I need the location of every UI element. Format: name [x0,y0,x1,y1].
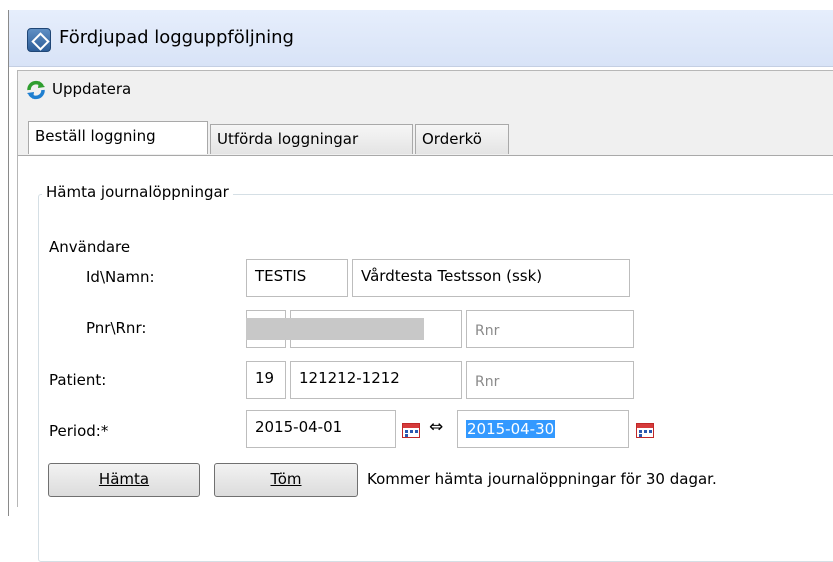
calendar-icon[interactable] [402,423,420,438]
tab-orderko[interactable]: Orderkö [415,124,509,154]
user-name-field[interactable]: Vårdtesta Testsson (ssk) [352,259,630,297]
patient-label: Patient: [49,371,107,389]
tab-content: Hämta journalöppningar Användare Id\Namn… [18,155,833,562]
period-to-value: 2015-04-30 [466,420,556,438]
refresh-label: Uppdatera [52,80,132,98]
tab-utforda-loggningar[interactable]: Utförda loggningar [210,124,413,154]
period-to-field[interactable]: 2015-04-30 [457,410,629,448]
user-rnr-field[interactable]: Rnr [466,310,634,348]
tab-bestall-loggning[interactable]: Beställ loggning [28,121,208,154]
id-name-label: Id\Namn: [86,268,155,286]
pnr-rnr-label: Pnr\Rnr: [86,319,147,337]
app-diamond-icon [27,28,51,52]
clear-button[interactable]: Töm [214,463,358,497]
period-from-field[interactable]: 2015-04-01 [246,410,396,448]
fetch-button[interactable]: Hämta [48,463,200,497]
redacted-area [246,318,424,340]
title-bar: Fördjupad logguppföljning [9,10,833,67]
double-arrow-icon: ⇔ [429,417,444,437]
patient-pnr-field[interactable]: 121212-1212 [290,361,462,399]
user-section-label: Användare [49,238,131,256]
patient-century-field[interactable]: 19 [246,361,286,399]
calendar-icon[interactable] [636,423,654,438]
period-label: Period:* [49,422,109,440]
group-title: Hämta journalöppningar [42,183,233,201]
toolbar: Uppdatera [18,71,833,105]
app-window: Fördjupad logguppföljning Uppdatera Best… [8,10,833,562]
patient-rnr-field[interactable]: Rnr [466,361,634,399]
user-id-field[interactable]: TESTIS [246,259,348,297]
main-panel: Uppdatera Beställ loggning Utförda loggn… [17,70,833,562]
status-message: Kommer hämta journalöppningar för 30 dag… [367,470,717,488]
refresh-icon [27,80,45,100]
window-title: Fördjupad logguppföljning [59,27,294,48]
